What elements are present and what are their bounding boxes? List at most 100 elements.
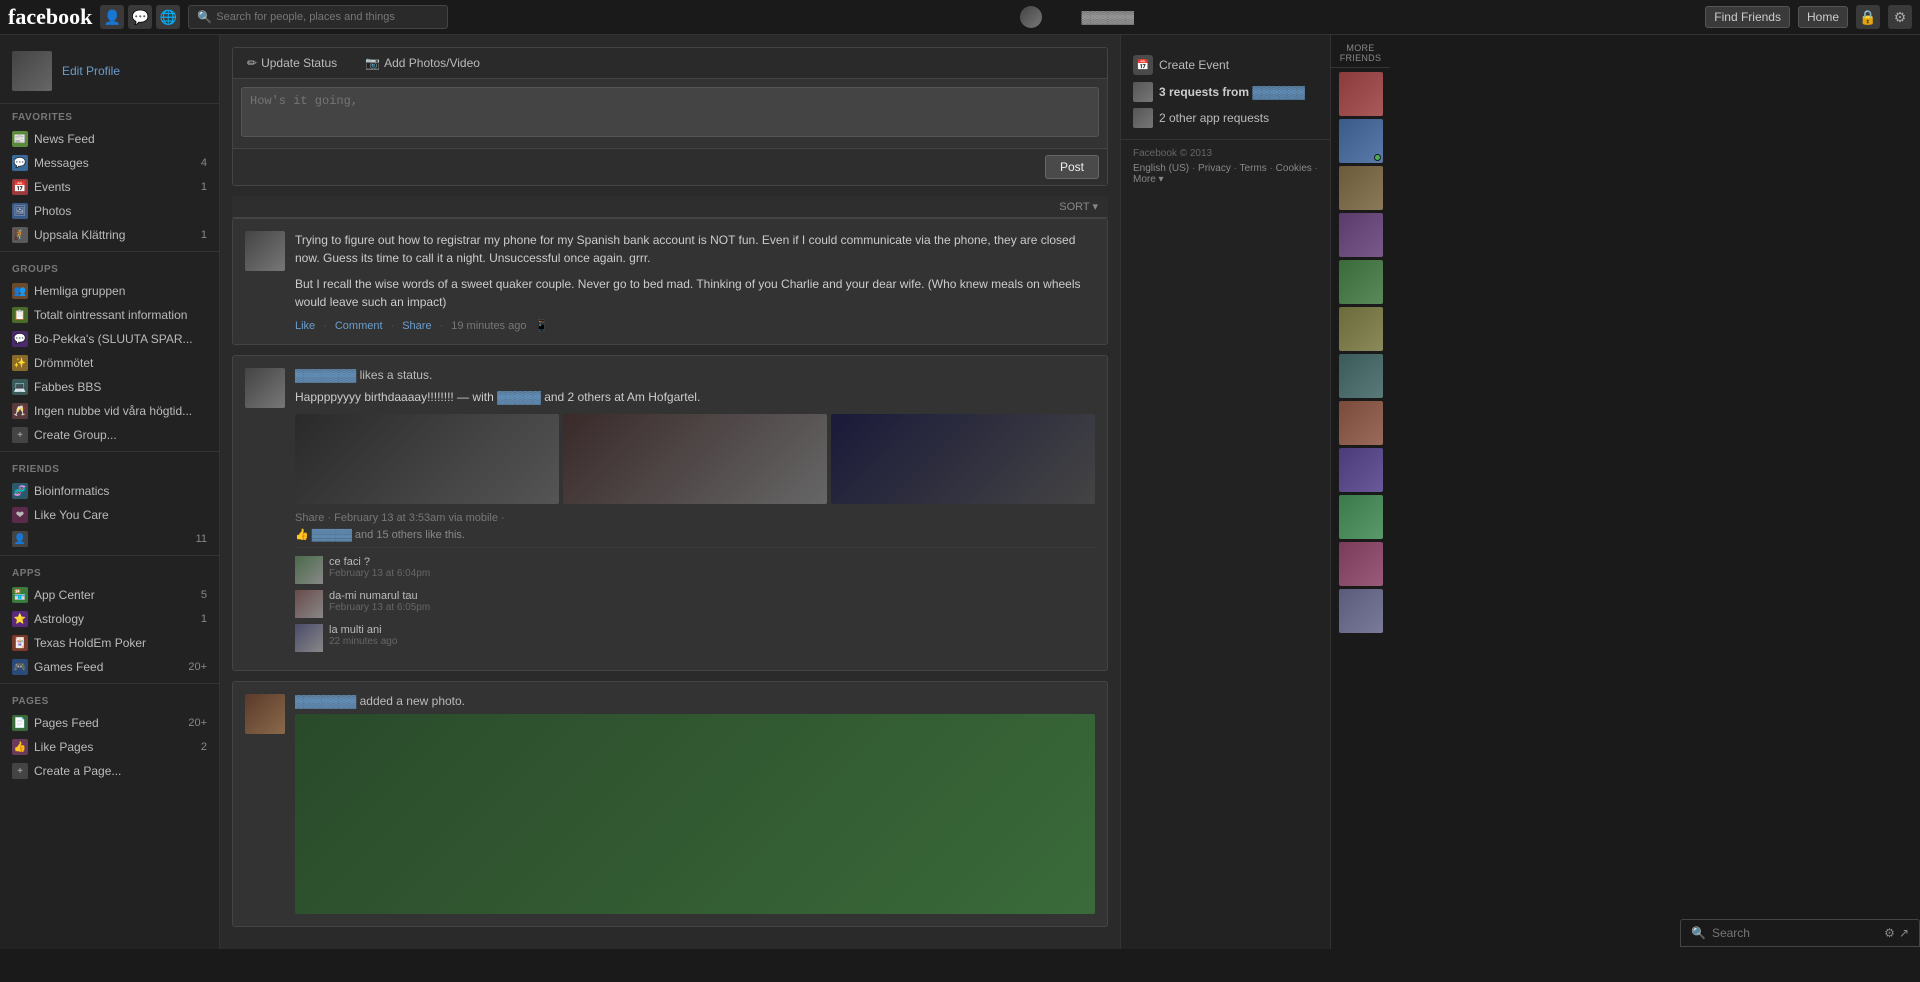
friend-requests-icon[interactable]: 👤 bbox=[100, 5, 124, 29]
edit-profile-link[interactable]: Edit Profile bbox=[62, 64, 120, 78]
profile-section: Edit Profile bbox=[0, 43, 219, 104]
post-likes-2: 👍 ▓▓▓▓▓ and 15 others like this. bbox=[295, 528, 1095, 541]
right-sidebar: 📅 Create Event 3 requests from ▓▓▓▓▓▓ 2 … bbox=[1120, 35, 1330, 949]
strip-avatar-4[interactable] bbox=[1339, 213, 1383, 257]
sidebar-item-ingen[interactable]: 🥂 Ingen nubbe vid våra högtid... bbox=[0, 399, 219, 423]
likes-first-name[interactable]: ▓▓▓▓▓ bbox=[312, 529, 355, 541]
create-event-button[interactable]: 📅 Create Event bbox=[1133, 51, 1318, 79]
photo-2[interactable] bbox=[563, 414, 827, 504]
lock-icon[interactable]: 🔒 bbox=[1856, 5, 1880, 29]
settings-icon[interactable]: ⚙ bbox=[1888, 5, 1912, 29]
sidebar-item-like-you-care[interactable]: ❤ Like You Care bbox=[0, 503, 219, 527]
search-bar[interactable]: 🔍 Search for people, places and things bbox=[188, 5, 448, 29]
post-avatar-3[interactable] bbox=[245, 694, 285, 734]
sidebar-item-pages-feed[interactable]: 📄 Pages Feed 20+ bbox=[0, 711, 219, 735]
comment-avatar-1[interactable] bbox=[295, 556, 323, 584]
post-author-2[interactable]: ▓▓▓▓▓▓▓ bbox=[295, 368, 356, 382]
add-photos-tab[interactable]: 📷 Add Photos/Video bbox=[351, 48, 494, 78]
friend-requests-item[interactable]: 3 requests from ▓▓▓▓▓▓ bbox=[1133, 79, 1318, 105]
sidebar-item-totalt[interactable]: 📋 Totalt ointressant information bbox=[0, 303, 219, 327]
strip-avatar-8[interactable] bbox=[1339, 401, 1383, 445]
post-header-2: ▓▓▓▓▓▓▓ likes a status. bbox=[295, 368, 1095, 382]
sidebar-item-create-group[interactable]: + Create Group... bbox=[0, 423, 219, 447]
find-friends-button[interactable]: Find Friends bbox=[1705, 6, 1790, 28]
strip-avatar-6[interactable] bbox=[1339, 307, 1383, 351]
strip-avatar-3[interactable] bbox=[1339, 166, 1383, 210]
share-action-1[interactable]: Share bbox=[402, 320, 431, 332]
bottom-settings-icon[interactable]: ⚙ bbox=[1884, 926, 1895, 940]
like-you-care-icon: ❤ bbox=[12, 507, 28, 523]
footer-link-terms[interactable]: Terms bbox=[1240, 163, 1267, 174]
post-text-1b: But I recall the wise words of a sweet q… bbox=[295, 275, 1095, 311]
uppsala-count: 1 bbox=[201, 229, 207, 241]
divider-pages bbox=[0, 683, 219, 684]
photo-3[interactable] bbox=[831, 414, 1095, 504]
post-content-1: Trying to figure out how to registrar my… bbox=[295, 231, 1095, 332]
post-text-1: Trying to figure out how to registrar my… bbox=[295, 231, 1095, 267]
sidebar-item-create-page[interactable]: + Create a Page... bbox=[0, 759, 219, 783]
sidebar-item-photos[interactable]: 🖼 Photos bbox=[0, 199, 219, 223]
bottom-search-input[interactable] bbox=[1712, 926, 1878, 940]
sidebar-item-uppsala[interactable]: 🧗 Uppsala Klättring 1 bbox=[0, 223, 219, 247]
post-content-3: ▓▓▓▓▓▓▓ added a new photo. bbox=[295, 694, 1095, 914]
sidebar-item-games-feed[interactable]: 🎮 Games Feed 20+ bbox=[0, 655, 219, 679]
post-body-2: ▓▓▓▓▓▓▓ likes a status. Happppyyyy birth… bbox=[233, 356, 1107, 670]
comment-action-1[interactable]: Comment bbox=[335, 320, 383, 332]
sidebar-item-news-feed[interactable]: 📰 News Feed bbox=[0, 127, 219, 151]
photos-icon: 🖼 bbox=[12, 203, 28, 219]
sidebar-item-bopekka[interactable]: 💬 Bo-Pekka's (SLUUTA SPAR... bbox=[0, 327, 219, 351]
strip-avatar-7[interactable] bbox=[1339, 354, 1383, 398]
sidebar-item-messages[interactable]: 💬 Messages 4 bbox=[0, 151, 219, 175]
pages-feed-label: Pages Feed bbox=[34, 716, 182, 730]
strip-avatar-11[interactable] bbox=[1339, 542, 1383, 586]
sidebar-item-texas-holdem[interactable]: 🃏 Texas HoldEm Poker bbox=[0, 631, 219, 655]
strip-avatar-10[interactable] bbox=[1339, 495, 1383, 539]
sort-button[interactable]: SORT ▾ bbox=[1059, 200, 1098, 213]
home-button[interactable]: Home bbox=[1798, 6, 1848, 28]
birthday-tag[interactable]: ▓▓▓▓▓ bbox=[497, 390, 544, 404]
footer-link-english[interactable]: English (US) bbox=[1133, 163, 1189, 174]
strip-avatar-5[interactable] bbox=[1339, 260, 1383, 304]
messages-icon[interactable]: 💬 bbox=[128, 5, 152, 29]
profile-avatar[interactable] bbox=[12, 51, 52, 91]
footer-link-more[interactable]: More ▾ bbox=[1133, 174, 1164, 185]
sidebar-item-hemliga[interactable]: 👥 Hemliga gruppen bbox=[0, 279, 219, 303]
status-text-input[interactable] bbox=[241, 87, 1099, 137]
photo-1[interactable] bbox=[295, 414, 559, 504]
strip-avatar-12[interactable] bbox=[1339, 589, 1383, 633]
sidebar-item-bioinformatics[interactable]: 🧬 Bioinformatics bbox=[0, 479, 219, 503]
post-avatar-2[interactable] bbox=[245, 368, 285, 408]
sidebar-item-drommötet[interactable]: ✨ Drömmötet bbox=[0, 351, 219, 375]
comment-avatar-2[interactable] bbox=[295, 590, 323, 618]
footer-link-list: English (US) · Privacy · Terms · Cookies… bbox=[1133, 163, 1318, 185]
post-author-3[interactable]: ▓▓▓▓▓▓▓ bbox=[295, 694, 356, 708]
post-avatar-1[interactable] bbox=[245, 231, 285, 271]
comment-avatar-3[interactable] bbox=[295, 624, 323, 652]
nav-profile-avatar[interactable] bbox=[1020, 6, 1042, 28]
sidebar-item-fabbes[interactable]: 💻 Fabbes BBS bbox=[0, 375, 219, 399]
notifications-icon[interactable]: 🌐 bbox=[156, 5, 180, 29]
friend-requests-label: 3 requests from ▓▓▓▓▓▓ bbox=[1159, 85, 1305, 99]
footer-link-privacy[interactable]: Privacy bbox=[1198, 163, 1231, 174]
update-status-tab[interactable]: ✏ Update Status bbox=[233, 48, 351, 78]
strip-avatar-1[interactable] bbox=[1339, 72, 1383, 116]
nav-center: ▓▓▓▓▓▓ bbox=[448, 6, 1705, 28]
events-panel: 📅 Create Event 3 requests from ▓▓▓▓▓▓ 2 … bbox=[1121, 43, 1330, 140]
post-button[interactable]: Post bbox=[1045, 155, 1099, 179]
divider-friends bbox=[0, 451, 219, 452]
sidebar-item-events[interactable]: 📅 Events 1 bbox=[0, 175, 219, 199]
footer-link-cookies[interactable]: Cookies bbox=[1276, 163, 1312, 174]
sidebar-item-friend-3[interactable]: 👤 11 bbox=[0, 527, 219, 551]
sidebar-item-astrology[interactable]: ⭐ Astrology 1 bbox=[0, 607, 219, 631]
nav-name[interactable]: ▓▓▓▓▓▓ bbox=[1082, 10, 1135, 24]
bottom-expand-icon[interactable]: ↗ bbox=[1899, 926, 1909, 940]
events-icon: 📅 bbox=[12, 179, 28, 195]
strip-avatar-9[interactable] bbox=[1339, 448, 1383, 492]
app-requests-item[interactable]: 2 other app requests bbox=[1133, 105, 1318, 131]
like-action-1[interactable]: Like bbox=[295, 320, 315, 332]
post-photo-img-3[interactable] bbox=[295, 714, 1095, 914]
sidebar-item-app-center[interactable]: 🏪 App Center 5 bbox=[0, 583, 219, 607]
sidebar-item-like-pages[interactable]: 👍 Like Pages 2 bbox=[0, 735, 219, 759]
like-pages-label: Like Pages bbox=[34, 740, 195, 754]
strip-avatar-2[interactable] bbox=[1339, 119, 1383, 163]
